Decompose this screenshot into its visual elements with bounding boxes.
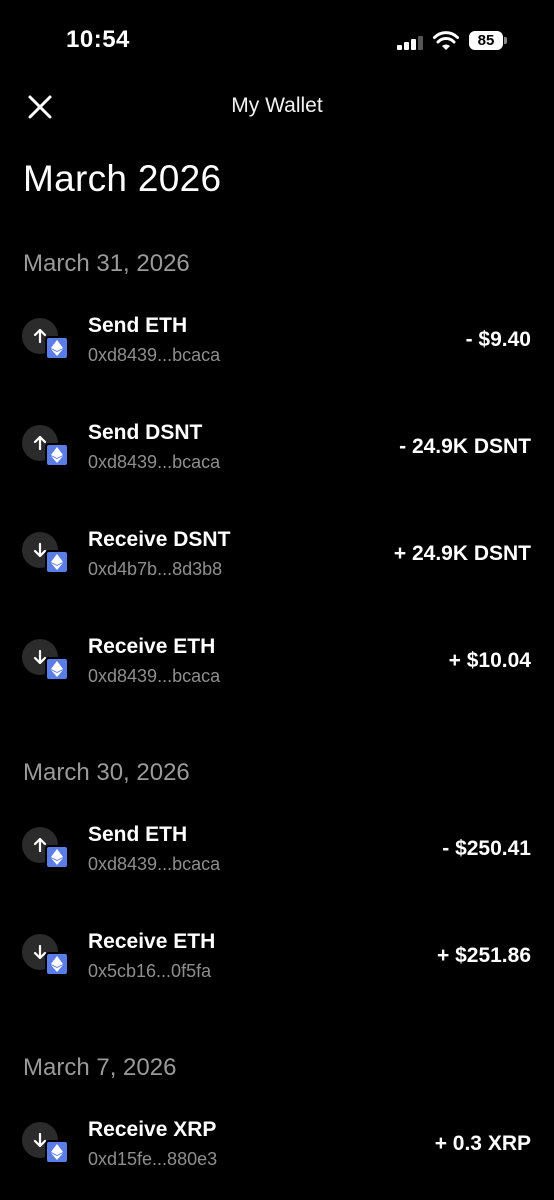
transaction-amount: + 24.9K DSNT xyxy=(393,542,531,565)
transaction-icon xyxy=(22,1122,69,1164)
section-date: March 7, 2026 xyxy=(23,1054,177,1081)
transaction-amount: + $10.04 xyxy=(448,649,531,672)
ethereum-icon xyxy=(45,443,69,467)
transaction-title: Receive XRP xyxy=(88,1118,217,1141)
transaction-amount: + $251.86 xyxy=(436,944,531,967)
transaction-row[interactable]: Receive ETH 0xd8439...bcaca + $10.04 xyxy=(0,635,554,709)
status-time: 10:54 xyxy=(66,26,130,53)
transaction-row[interactable]: Receive DSNT 0xd4b7b...8d3b8 + 24.9K DSN… xyxy=(0,528,554,602)
battery-level: 85 xyxy=(477,32,495,49)
transaction-address: 0xd8439...bcaca xyxy=(88,345,221,365)
transaction-title: Send ETH xyxy=(88,823,188,846)
ethereum-icon xyxy=(45,336,69,360)
transaction-amount: - $9.40 xyxy=(465,328,531,351)
battery-tip xyxy=(504,37,507,44)
transaction-address: 0xd8439...bcaca xyxy=(88,666,221,686)
transaction-row[interactable]: Receive XRP 0xd15fe...880e3 + 0.3 XRP xyxy=(0,1118,554,1192)
transaction-amount: + 0.3 XRP xyxy=(434,1132,531,1155)
transaction-address: 0x5cb16...0f5fa xyxy=(88,961,212,981)
transaction-address: 0xd4b7b...8d3b8 xyxy=(88,559,223,579)
ethereum-icon xyxy=(45,657,69,681)
transaction-icon xyxy=(22,318,69,360)
transaction-icon xyxy=(22,532,69,574)
transaction-row[interactable]: Send ETH 0xd8439...bcaca - $9.40 xyxy=(0,314,554,388)
month-heading: March 2026 xyxy=(23,158,222,199)
cellular-signal-icon xyxy=(397,36,423,50)
ethereum-icon xyxy=(45,952,69,976)
ethereum-icon xyxy=(45,1140,69,1164)
status-bar: 10:54 85 xyxy=(0,0,554,80)
transaction-address: 0xd15fe...880e3 xyxy=(88,1149,218,1169)
wifi-icon xyxy=(433,31,459,50)
transaction-icon xyxy=(22,639,69,681)
page-title: My Wallet xyxy=(231,94,323,117)
transaction-icon xyxy=(22,827,69,869)
transaction-title: Receive ETH xyxy=(88,930,216,953)
ethereum-icon xyxy=(45,845,69,869)
transaction-row[interactable]: Send DSNT 0xd8439...bcaca - 24.9K DSNT xyxy=(0,421,554,495)
transaction-address: 0xd8439...bcaca xyxy=(88,452,221,472)
transaction-icon xyxy=(22,934,69,976)
transaction-title: Receive DSNT xyxy=(88,528,231,551)
ethereum-icon xyxy=(45,550,69,574)
transaction-address: 0xd8439...bcaca xyxy=(88,854,221,874)
transaction-title: Send ETH xyxy=(88,314,188,337)
section-date: March 31, 2026 xyxy=(23,250,190,277)
transaction-title: Send DSNT xyxy=(88,421,203,444)
battery-indicator: 85 xyxy=(469,31,503,50)
transaction-row[interactable]: Send ETH 0xd8439...bcaca - $250.41 xyxy=(0,823,554,897)
section-date: March 30, 2026 xyxy=(23,759,190,786)
transaction-title: Receive ETH xyxy=(88,635,216,658)
transaction-row[interactable]: Receive ETH 0x5cb16...0f5fa + $251.86 xyxy=(0,930,554,1004)
transaction-amount: - $250.41 xyxy=(442,837,531,860)
transaction-amount: - 24.9K DSNT xyxy=(399,435,531,458)
transaction-icon xyxy=(22,425,69,467)
